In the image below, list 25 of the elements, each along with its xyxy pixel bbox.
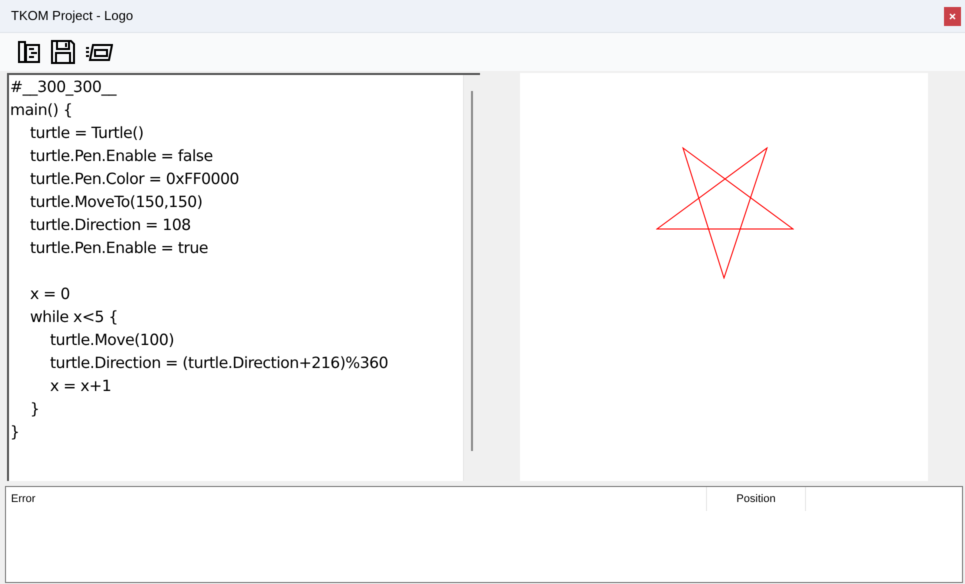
code-line: turtle.Pen.Enable = false xyxy=(30,146,213,167)
code-line: turtle.Direction = (turtle.Direction+216)%360 xyxy=(50,353,388,374)
code-line: } xyxy=(30,399,40,420)
save-icon[interactable] xyxy=(50,39,76,65)
window-icon[interactable] xyxy=(85,42,113,62)
code-line: } xyxy=(10,422,20,443)
code-line: turtle.MoveTo(150,150) xyxy=(30,192,202,213)
window-title: TKOM Project - Logo xyxy=(11,7,134,26)
column-header[interactable]: Error xyxy=(6,487,706,511)
code-line: x = 0 xyxy=(30,284,70,305)
code-line: #__300_300__ xyxy=(10,77,116,98)
code-line: x = x+1 xyxy=(50,376,112,397)
code-line: turtle.Direction = 108 xyxy=(30,215,191,236)
code-line: while x<5 { xyxy=(30,307,118,328)
code-line: turtle.Move(100) xyxy=(50,330,174,351)
code-line: main() { xyxy=(10,100,72,121)
column-header[interactable]: Position xyxy=(706,487,806,511)
tree-view-icon[interactable] xyxy=(17,40,41,64)
close-button[interactable] xyxy=(944,6,961,26)
code-line: turtle.Pen.Color = 0xFF0000 xyxy=(30,169,240,190)
code-line: turtle = Turtle() xyxy=(30,123,144,144)
code-line: turtle.Pen.Enable = true xyxy=(30,238,208,259)
code-editor[interactable] xyxy=(7,73,480,481)
close-icon xyxy=(949,12,956,20)
scrollbar-thumb[interactable] xyxy=(471,91,473,451)
